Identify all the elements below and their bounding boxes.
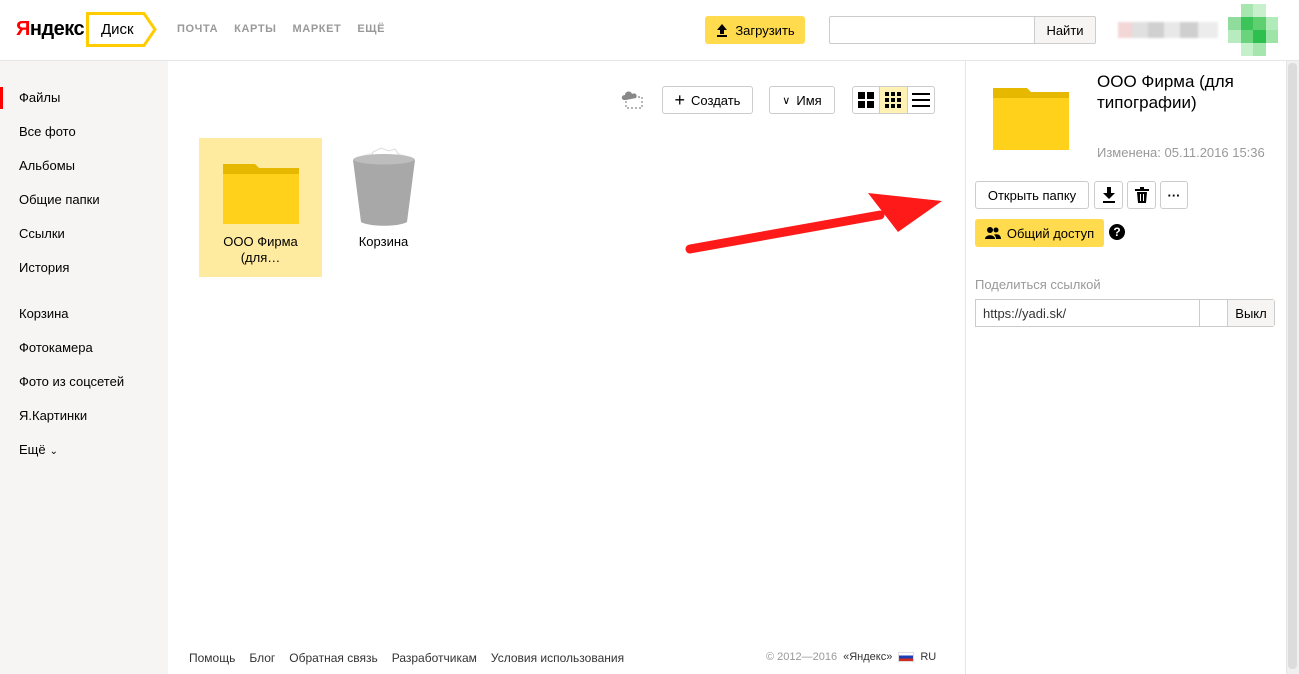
sidebar-item-albums[interactable]: Альбомы	[19, 158, 75, 173]
footer-blog-link[interactable]: Блог	[249, 651, 275, 665]
copyright-years: © 2012—2016	[766, 651, 838, 663]
trash-icon	[352, 147, 415, 226]
russia-flag-icon	[898, 652, 915, 662]
sidebar-item-all-photos[interactable]: Все фото	[19, 124, 76, 139]
file-name: ООО Фирма (для…	[223, 234, 298, 265]
upload-icon	[717, 24, 728, 37]
sidebar-item-files[interactable]: Файлы	[19, 90, 60, 105]
folder-icon	[222, 164, 299, 224]
grid-small-icon	[885, 92, 902, 108]
upload-label: Загрузить	[735, 22, 795, 38]
delete-button[interactable]	[1127, 181, 1156, 209]
file-tile-trash[interactable]: Корзина	[322, 138, 445, 277]
open-folder-button[interactable]: Открыть папку	[975, 181, 1089, 209]
sidebar-more-label: Ещё	[19, 442, 46, 457]
nav-more[interactable]: ЕЩЁ	[357, 23, 385, 35]
footer-copyright: © 2012—2016 «Яндекс» RU	[766, 651, 936, 663]
footer-developers-link[interactable]: Разработчикам	[392, 651, 477, 665]
scrollbar-thumb[interactable]	[1288, 63, 1297, 669]
disk-service-badge[interactable]: Диск	[86, 12, 157, 47]
header: Яндекс Диск ПОЧТА КАРТЫ МАРКЕТ ЕЩЁ Загру…	[0, 0, 1299, 61]
nav-market[interactable]: МАРКЕТ	[293, 23, 342, 35]
share-link-label: Поделиться ссылкой	[975, 277, 1101, 292]
list-icon	[911, 93, 930, 107]
view-small-tiles[interactable]	[880, 87, 908, 113]
chevron-down-icon: ∨	[782, 94, 791, 107]
upload-cloud-dropzone-icon[interactable]	[620, 88, 644, 115]
sidebar	[0, 61, 168, 674]
download-icon	[1102, 187, 1115, 203]
sort-label: Имя	[796, 92, 822, 108]
sidebar-active-indicator	[0, 87, 3, 109]
create-button[interactable]: + Создать	[662, 86, 753, 114]
user-name-blurred[interactable]	[1118, 22, 1218, 38]
sidebar-item-links[interactable]: Ссылки	[19, 226, 65, 241]
nav-mail[interactable]: ПОЧТА	[177, 23, 218, 35]
help-icon[interactable]: ?	[1109, 224, 1125, 240]
language-switch[interactable]: RU	[920, 651, 936, 663]
sidebar-item-more[interactable]: Ещё ⌄	[19, 442, 58, 457]
red-arrow-annotation-icon	[685, 193, 942, 254]
share-link-field[interactable]: https://yadi.sk/	[975, 299, 1200, 327]
grid-large-icon	[858, 92, 875, 108]
file-tile-folder[interactable]: ООО Фирма (для…	[199, 138, 322, 277]
search-input[interactable]	[829, 16, 1035, 44]
sidebar-item-ya-pictures[interactable]: Я.Картинки	[19, 408, 87, 423]
sidebar-item-trash[interactable]: Корзина	[19, 306, 69, 321]
top-nav: ПОЧТА КАРТЫ МАРКЕТ ЕЩЁ	[177, 23, 385, 35]
panel-modified-date: Изменена: 05.11.2016 15:36	[1097, 145, 1265, 160]
footer-feedback-link[interactable]: Обратная связь	[289, 651, 377, 665]
sidebar-item-history[interactable]: История	[19, 260, 69, 275]
copyright-company[interactable]: «Яндекс»	[843, 651, 892, 663]
nav-maps[interactable]: КАРТЫ	[234, 23, 276, 35]
avatar[interactable]	[1228, 4, 1278, 56]
search-button[interactable]: Найти	[1034, 16, 1096, 44]
panel-folder-title: ООО Фирма (для типографии)	[1097, 72, 1234, 112]
view-list[interactable]	[908, 87, 934, 113]
more-actions-button[interactable]: ···	[1160, 181, 1188, 209]
trash-icon	[1134, 187, 1149, 203]
toggle-label: Выкл	[1228, 300, 1274, 326]
yandex-logo[interactable]: Яндекс	[16, 18, 85, 41]
view-switcher	[852, 86, 935, 114]
footer-links: Помощь Блог Обратная связь Разработчикам…	[189, 651, 624, 665]
folder-icon	[993, 88, 1069, 150]
toggle-knob	[1200, 300, 1228, 326]
share-access-label: Общий доступ	[1006, 225, 1095, 241]
sidebar-item-camera[interactable]: Фотокамера	[19, 340, 93, 355]
sort-button[interactable]: ∨ Имя	[769, 86, 835, 114]
sidebar-item-social-photos[interactable]: Фото из соцсетей	[19, 374, 124, 389]
people-icon	[984, 227, 1001, 239]
share-link-toggle[interactable]: Выкл	[1199, 299, 1275, 327]
download-button[interactable]	[1094, 181, 1123, 209]
footer-help-link[interactable]: Помощь	[189, 651, 235, 665]
chevron-down-icon: ⌄	[49, 446, 58, 457]
view-large-tiles[interactable]	[853, 87, 881, 113]
upload-button[interactable]: Загрузить	[705, 16, 805, 44]
share-access-button[interactable]: Общий доступ	[975, 219, 1104, 247]
footer-terms-link[interactable]: Условия использования	[491, 651, 624, 665]
disk-service-label: Диск	[101, 21, 134, 38]
file-name: Корзина	[358, 234, 409, 249]
create-label: Создать	[691, 92, 741, 108]
sidebar-item-shared-folders[interactable]: Общие папки	[19, 192, 100, 207]
plus-icon: +	[674, 90, 686, 110]
